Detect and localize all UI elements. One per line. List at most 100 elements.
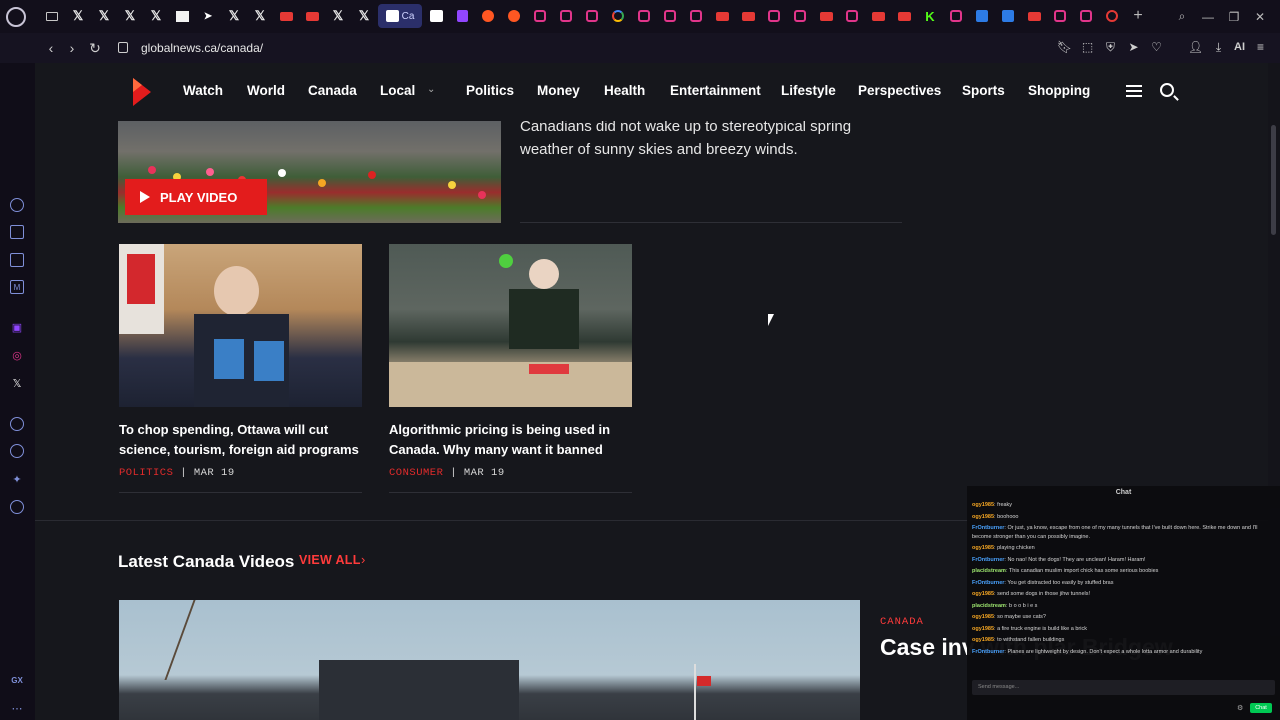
sidebar-history-icon[interactable] <box>10 417 24 431</box>
tab-blue[interactable] <box>970 4 994 28</box>
tab-instagram[interactable] <box>944 4 968 28</box>
card-thumbnail[interactable] <box>389 244 632 407</box>
tab-instagram[interactable] <box>788 4 812 28</box>
tab-mail[interactable] <box>40 4 64 28</box>
back-icon[interactable]: ‹ <box>43 40 59 56</box>
nav-link-canada[interactable]: Canada <box>308 83 357 98</box>
sidebar-clock-icon[interactable] <box>10 444 24 458</box>
tab-x[interactable]: 𝕏 <box>352 4 376 28</box>
nav-link-local[interactable]: Local <box>380 83 415 98</box>
sidebar-speed-dial-icon[interactable] <box>10 198 24 212</box>
sidebar-x-icon[interactable]: 𝕏 <box>10 376 24 390</box>
nav-link-money[interactable]: Money <box>537 83 580 98</box>
tab-youtube[interactable] <box>814 4 838 28</box>
tab-reddit[interactable] <box>502 4 526 28</box>
sidebar-mail-icon[interactable]: M <box>10 280 24 294</box>
send-icon[interactable]: ➤ <box>1126 39 1141 55</box>
nav-link-world[interactable]: World <box>247 83 285 98</box>
bookmark-icon[interactable]: 🔖︎ <box>1057 39 1072 55</box>
tab-x[interactable]: 𝕏 <box>92 4 116 28</box>
tab-youtube[interactable] <box>1022 4 1046 28</box>
forward-icon[interactable]: › <box>64 40 80 56</box>
tab-instagram[interactable] <box>554 4 578 28</box>
tab-x[interactable]: 𝕏 <box>326 4 350 28</box>
nav-link-entertainment[interactable]: Entertainment <box>670 83 761 98</box>
tab-blue[interactable] <box>996 4 1020 28</box>
play-video-button[interactable]: PLAY VIDEO <box>125 179 267 215</box>
close-icon[interactable]: ✕ <box>1254 10 1266 24</box>
tab-page[interactable] <box>424 4 448 28</box>
nav-link-watch[interactable]: Watch <box>183 83 223 98</box>
card-title[interactable]: To chop spending, Ottawa will cut scienc… <box>119 420 362 460</box>
tab-x[interactable]: 𝕏 <box>118 4 142 28</box>
video-category[interactable]: CANADA <box>880 616 924 628</box>
card-thumbnail[interactable] <box>119 244 362 407</box>
tab-kick[interactable]: K <box>918 4 942 28</box>
sidebar-gx-label[interactable]: GX <box>10 673 24 687</box>
sidebar-notes-icon[interactable] <box>10 253 24 267</box>
tab-instagram[interactable] <box>580 4 604 28</box>
minimize-icon[interactable]: — <box>1202 10 1214 24</box>
sidebar-extensions-icon[interactable]: ✦ <box>10 472 24 486</box>
tab-x[interactable]: 𝕏 <box>66 4 90 28</box>
card-category[interactable]: POLITICS <box>119 467 173 479</box>
tab-x[interactable]: 𝕏 <box>144 4 168 28</box>
tab-google[interactable] <box>606 4 630 28</box>
snapshot-icon[interactable]: ⬚ <box>1080 39 1095 55</box>
tab-youtube[interactable] <box>710 4 734 28</box>
reload-icon[interactable]: ↻ <box>87 40 103 56</box>
opera-gx-logo-icon[interactable] <box>6 7 26 27</box>
tab-instagram[interactable] <box>658 4 682 28</box>
sidebar-player-icon[interactable] <box>10 225 24 239</box>
tab-youtube[interactable] <box>892 4 916 28</box>
tab-twitch[interactable] <box>450 4 474 28</box>
chat-input[interactable]: Send message... <box>972 680 1275 695</box>
url-field[interactable]: globalnews.ca/canada/ <box>141 41 263 55</box>
ai-button[interactable]: AI <box>1234 39 1245 55</box>
nav-link-politics[interactable]: Politics <box>466 83 514 98</box>
sidebar-settings-icon[interactable] <box>10 500 24 514</box>
tab-x[interactable]: 𝕏 <box>248 4 272 28</box>
tab-youtube[interactable] <box>274 4 298 28</box>
tab-instagram[interactable] <box>684 4 708 28</box>
card-title[interactable]: Algorithmic pricing is being used in Can… <box>389 420 632 460</box>
sidebar-twitch-icon[interactable]: ▣ <box>10 320 24 334</box>
sidebar-instagram-icon[interactable]: ◎ <box>10 348 24 362</box>
tab-search-icon[interactable]: ⌕ <box>1176 9 1188 23</box>
search-icon[interactable] <box>1160 83 1174 97</box>
tab-instagram[interactable] <box>632 4 656 28</box>
tab-instagram[interactable] <box>840 4 864 28</box>
nav-link-lifestyle[interactable]: Lifestyle <box>781 83 836 98</box>
tab-x[interactable]: 𝕏 <box>222 4 246 28</box>
tab-instagram[interactable] <box>1074 4 1098 28</box>
nav-link-shopping[interactable]: Shopping <box>1028 83 1090 98</box>
tab-arrow[interactable]: ➤ <box>196 4 220 28</box>
chevron-right-icon[interactable]: › <box>361 552 365 567</box>
lock-icon[interactable] <box>118 42 128 53</box>
tab-youtube[interactable] <box>736 4 760 28</box>
card-category[interactable]: CONSUMER <box>389 467 443 479</box>
menu-icon[interactable]: ≡ <box>1253 39 1268 55</box>
sidebar-more-icon[interactable]: ⋯ <box>10 701 24 715</box>
tab-youtube[interactable] <box>300 4 324 28</box>
nav-link-health[interactable]: Health <box>604 83 645 98</box>
tab-youtube[interactable] <box>866 4 890 28</box>
tab-instagram[interactable] <box>762 4 786 28</box>
hamburger-menu-icon[interactable] <box>1126 85 1142 97</box>
tab-opera[interactable] <box>1100 4 1124 28</box>
global-news-logo-icon[interactable] <box>133 78 151 106</box>
nav-link-sports[interactable]: Sports <box>962 83 1005 98</box>
shield-icon[interactable]: ⛨ <box>1103 39 1118 55</box>
view-all-link[interactable]: VIEW ALL <box>299 553 361 567</box>
new-tab-button[interactable]: + <box>1126 4 1150 28</box>
profile-icon[interactable]: 👤︎ <box>1188 39 1203 55</box>
download-icon[interactable]: ⤓ <box>1211 39 1226 55</box>
tab-active-globalnews[interactable]: Ca <box>378 4 422 28</box>
tab-reddit[interactable] <box>476 4 500 28</box>
video-thumbnail[interactable] <box>119 600 860 720</box>
scrollbar-thumb[interactable] <box>1271 125 1276 235</box>
chevron-down-icon[interactable]: ⌄ <box>427 84 435 95</box>
tab-instagram[interactable] <box>1048 4 1072 28</box>
nav-link-perspectives[interactable]: Perspectives <box>858 83 941 98</box>
chat-send-button[interactable]: Chat <box>1250 703 1272 713</box>
